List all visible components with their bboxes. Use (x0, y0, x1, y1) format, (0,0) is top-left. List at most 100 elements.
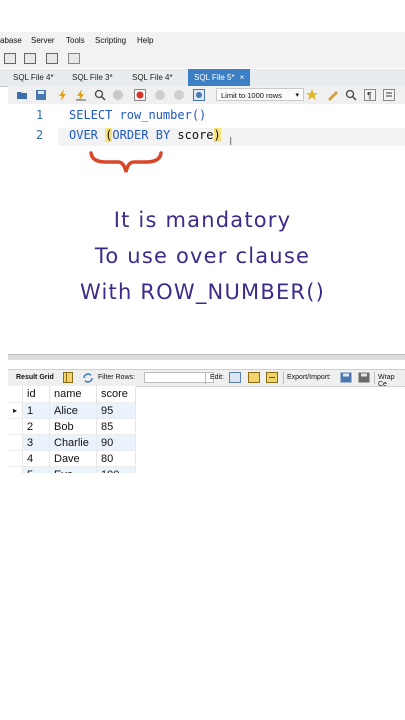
invisible-chars-icon[interactable]: ¶ (364, 89, 376, 101)
rollback-icon[interactable] (173, 89, 185, 101)
current-row-marker-icon: ▸ (8, 402, 23, 419)
table-row[interactable]: 3 Charlie 90 (8, 434, 136, 451)
menu-help[interactable]: Help (137, 36, 153, 45)
panel-splitter[interactable] (8, 354, 405, 360)
wrap-lines-icon[interactable] (383, 89, 395, 101)
filter-rows-input[interactable] (144, 372, 214, 383)
table-row[interactable]: ▸ 1 Alice 95 (8, 402, 136, 419)
tab-sql-file-4b[interactable]: SQL File 4* (132, 73, 173, 82)
tab-sql-file-4a[interactable]: SQL File 4* (13, 73, 54, 82)
tab-sql-file-3[interactable]: SQL File 3* (72, 73, 113, 82)
wrap-cell-label[interactable]: Wrap Ce (378, 374, 405, 388)
tab-label: SQL File 5* (194, 73, 235, 82)
matched-paren: ) (213, 128, 221, 142)
execute-current-icon[interactable] (75, 89, 87, 101)
delete-row-icon[interactable] (266, 372, 278, 383)
row-header (8, 418, 23, 435)
limit-rows-label: Limit to 1000 rows (221, 91, 282, 100)
filter-icon (83, 373, 93, 383)
favorite-icon[interactable] (306, 89, 318, 101)
text-cursor: I (229, 135, 233, 148)
brace-stroke (89, 151, 163, 173)
editor-tab-bar: SQL File 4* SQL File 3* SQL File 4* SQL … (0, 69, 405, 87)
export-icon[interactable] (340, 372, 352, 383)
data-import-icon[interactable] (24, 53, 36, 64)
sql-keyword: ORDER BY (112, 128, 171, 142)
cell-score[interactable]: 95 (96, 402, 136, 419)
sql-function: row_number() (112, 108, 207, 122)
import-icon[interactable] (358, 372, 370, 383)
menu-bar: abase Server Tools Scripting Help (0, 32, 405, 50)
code-line-1: SELECT row_number() (69, 108, 206, 122)
toolbar-separator (283, 372, 284, 384)
toolbar-separator (374, 372, 375, 384)
server-status-icon[interactable] (4, 53, 16, 64)
svg-text:¶: ¶ (367, 91, 372, 101)
line-number: 1 (36, 108, 44, 122)
result-grid: id name score ▸ 1 Alice 95 2 Bob 85 3 Ch… (8, 386, 136, 482)
grid-icon[interactable] (63, 372, 73, 383)
toggle-error-icon[interactable] (134, 89, 146, 101)
cell-name[interactable]: Alice (49, 402, 97, 419)
menu-scripting[interactable]: Scripting (95, 36, 126, 45)
sql-keyword: SELECT (69, 108, 113, 122)
caption-line-3: With ROW_NUMBER() (80, 280, 325, 304)
close-icon[interactable]: × (240, 73, 245, 82)
chevron-down-icon: ▾ (295, 92, 299, 99)
row-header-corner (8, 386, 23, 403)
find-icon[interactable] (345, 89, 357, 101)
cell-score[interactable]: 85 (96, 418, 136, 435)
execute-icon[interactable] (57, 89, 69, 101)
sql-editor-toolbar: Limit to 1000 rows ▾ ¶ (8, 86, 405, 105)
cell-id[interactable]: 2 (22, 418, 50, 435)
open-folder-icon[interactable] (16, 89, 28, 101)
cell-name[interactable]: Charlie (49, 434, 97, 451)
inspector-icon[interactable] (46, 53, 58, 64)
beautify-icon[interactable] (327, 89, 339, 101)
caption-line-1: It is mandatory (113, 208, 292, 232)
table-row[interactable]: 2 Bob 85 (8, 418, 136, 435)
cell-id[interactable]: 3 (22, 434, 50, 451)
sql-identifier: score (170, 128, 214, 142)
caption-line-2: To use over clause (94, 244, 311, 268)
autocommit-icon[interactable] (193, 89, 205, 101)
result-grid-toolbar: Result Grid Filter Rows: Edit: Export/Im… (8, 369, 405, 388)
blank-area (0, 473, 405, 720)
menu-server[interactable]: Server (31, 36, 55, 45)
edit-row-icon[interactable] (229, 372, 241, 383)
code-line-2: OVER (ORDER BY score) (69, 128, 221, 142)
cell-id[interactable]: 1 (22, 402, 50, 419)
limit-rows-select[interactable]: Limit to 1000 rows ▾ (216, 88, 304, 101)
table-row[interactable]: 4 Dave 80 (8, 450, 136, 467)
cell-score[interactable]: 80 (96, 450, 136, 467)
toolbar-separator (205, 372, 206, 384)
column-header-score[interactable]: score (96, 386, 136, 403)
tab-sql-file-5[interactable]: SQL File 5* × (188, 69, 251, 86)
edit-label: Edit: (210, 374, 225, 381)
app-toolbar (0, 50, 405, 68)
export-import-label: Export/Import: (287, 374, 331, 381)
save-icon[interactable] (35, 89, 47, 101)
menu-tools[interactable]: Tools (66, 36, 85, 45)
grid-header-row: id name score (8, 386, 136, 403)
menu-database[interactable]: abase (0, 36, 22, 45)
window-top-strip (0, 0, 405, 32)
curly-brace-annotation (89, 151, 163, 173)
reconnect-icon[interactable] (68, 53, 80, 64)
sql-keyword: OVER (69, 128, 98, 142)
stop-icon[interactable] (112, 89, 124, 101)
cell-id[interactable]: 4 (22, 450, 50, 467)
filter-rows-label: Filter Rows: (98, 374, 135, 381)
cell-score[interactable]: 90 (96, 434, 136, 451)
column-header-id[interactable]: id (22, 386, 50, 403)
row-header (8, 450, 23, 467)
commit-icon[interactable] (154, 89, 166, 101)
insert-row-icon[interactable] (248, 372, 260, 383)
cell-name[interactable]: Bob (49, 418, 97, 435)
cell-name[interactable]: Dave (49, 450, 97, 467)
column-header-name[interactable]: name (49, 386, 97, 403)
explain-icon[interactable] (94, 89, 106, 101)
row-header (8, 434, 23, 451)
result-grid-label[interactable]: Result Grid (16, 374, 54, 381)
line-number: 2 (36, 128, 44, 142)
